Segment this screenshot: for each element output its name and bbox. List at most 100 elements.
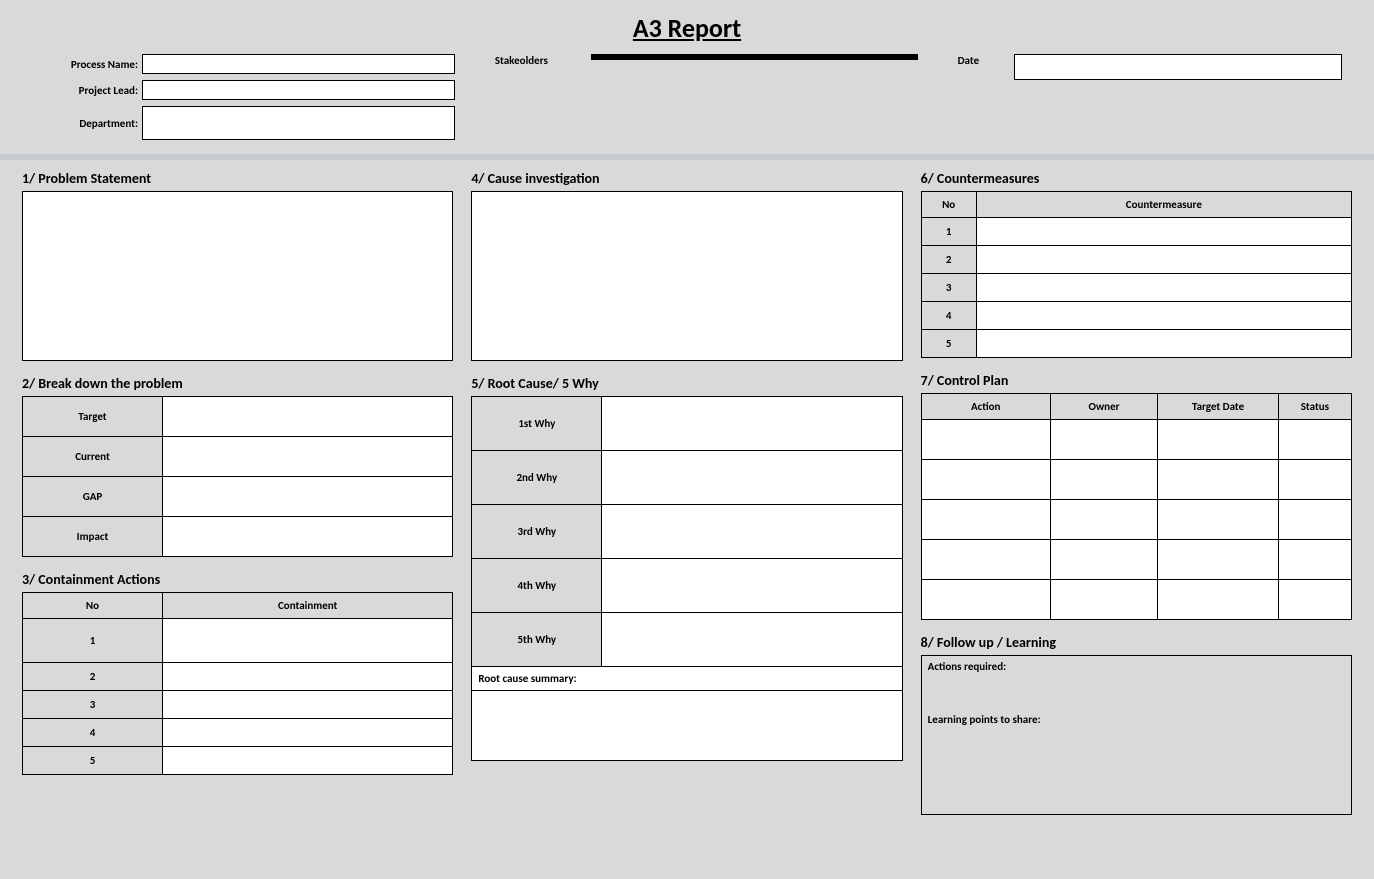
containment-val[interactable] bbox=[163, 663, 453, 691]
why5-label: 5th Why bbox=[472, 613, 602, 667]
page-title: A3 Report bbox=[12, 12, 1362, 44]
containment-no: 2 bbox=[23, 663, 163, 691]
root-summary-value[interactable] bbox=[472, 691, 902, 761]
stakeholders-label: Stakeolders bbox=[495, 54, 585, 67]
section-6-title: 6/ Countermeasures bbox=[921, 170, 1352, 187]
actions-required-label: Actions required: bbox=[928, 660, 1345, 673]
plan-owner[interactable] bbox=[1050, 580, 1158, 620]
cm-no: 3 bbox=[921, 274, 976, 302]
cm-val[interactable] bbox=[976, 302, 1351, 330]
plan-owner[interactable] bbox=[1050, 500, 1158, 540]
why2-label: 2nd Why bbox=[472, 451, 602, 505]
cm-val[interactable] bbox=[976, 218, 1351, 246]
plan-target[interactable] bbox=[1158, 420, 1278, 460]
cause-investigation-box[interactable] bbox=[471, 191, 902, 361]
project-lead-label: Project Lead: bbox=[32, 84, 142, 97]
plan-action[interactable] bbox=[921, 540, 1050, 580]
why3-label: 3rd Why bbox=[472, 505, 602, 559]
process-name-label: Process Name: bbox=[32, 58, 142, 71]
department-label: Department: bbox=[32, 117, 142, 130]
section-7-title: 7/ Control Plan bbox=[921, 372, 1352, 389]
countermeasures-table: NoCountermeasure 1 2 3 4 5 bbox=[921, 191, 1352, 358]
problem-statement-box[interactable] bbox=[22, 191, 453, 361]
root-summary-label: Root cause summary: bbox=[472, 667, 902, 691]
plan-target[interactable] bbox=[1158, 580, 1278, 620]
current-value[interactable] bbox=[163, 437, 453, 477]
cm-val[interactable] bbox=[976, 246, 1351, 274]
containment-col-label: Containment bbox=[163, 593, 453, 619]
project-lead-input[interactable] bbox=[142, 80, 455, 100]
plan-target[interactable] bbox=[1158, 460, 1278, 500]
plan-status[interactable] bbox=[1278, 420, 1351, 460]
stakeholder-input[interactable] bbox=[591, 59, 918, 60]
containment-val[interactable] bbox=[163, 747, 453, 775]
column-1: 1/ Problem Statement 2/ Break down the p… bbox=[22, 170, 453, 815]
section-2-title: 2/ Break down the problem bbox=[22, 375, 453, 392]
target-label: Target bbox=[23, 397, 163, 437]
cm-no: 4 bbox=[921, 302, 976, 330]
containment-val[interactable] bbox=[163, 719, 453, 747]
plan-action[interactable] bbox=[921, 420, 1050, 460]
gap-value[interactable] bbox=[163, 477, 453, 517]
section-4-title: 4/ Cause investigation bbox=[471, 170, 902, 187]
current-label: Current bbox=[23, 437, 163, 477]
why3-value[interactable] bbox=[602, 505, 902, 559]
control-plan-table: Action Owner Target Date Status bbox=[921, 393, 1352, 620]
plan-owner[interactable] bbox=[1050, 460, 1158, 500]
why2-value[interactable] bbox=[602, 451, 902, 505]
plan-col-status: Status bbox=[1278, 394, 1351, 420]
plan-status[interactable] bbox=[1278, 580, 1351, 620]
plan-status[interactable] bbox=[1278, 500, 1351, 540]
main-columns: 1/ Problem Statement 2/ Break down the p… bbox=[12, 170, 1362, 815]
department-input[interactable] bbox=[142, 106, 455, 140]
section-3-title: 3/ Containment Actions bbox=[22, 571, 453, 588]
header-area: Process Name: Project Lead: Department: … bbox=[12, 54, 1362, 148]
follow-up-box[interactable]: Actions required: Learning points to sha… bbox=[921, 655, 1352, 815]
why1-label: 1st Why bbox=[472, 397, 602, 451]
section-8-title: 8/ Follow up / Learning bbox=[921, 634, 1352, 651]
why5-value[interactable] bbox=[602, 613, 902, 667]
cm-col-label: Countermeasure bbox=[976, 192, 1351, 218]
impact-label: Impact bbox=[23, 517, 163, 557]
date-input[interactable] bbox=[1014, 54, 1342, 80]
why4-value[interactable] bbox=[602, 559, 902, 613]
column-2: 4/ Cause investigation 5/ Root Cause/ 5 … bbox=[471, 170, 902, 815]
date-label: Date bbox=[958, 54, 1008, 67]
column-3: 6/ Countermeasures NoCountermeasure 1 2 … bbox=[921, 170, 1352, 815]
breakdown-table: Target Current GAP Impact bbox=[22, 396, 453, 557]
five-why-table: 1st Why 2nd Why 3rd Why 4th Why 5th Why … bbox=[471, 396, 902, 761]
plan-col-action: Action bbox=[921, 394, 1050, 420]
plan-col-target: Target Date bbox=[1158, 394, 1278, 420]
plan-target[interactable] bbox=[1158, 500, 1278, 540]
divider bbox=[0, 154, 1374, 160]
containment-col-no: No bbox=[23, 593, 163, 619]
gap-label: GAP bbox=[23, 477, 163, 517]
cm-col-no: No bbox=[921, 192, 976, 218]
process-name-input[interactable] bbox=[142, 54, 455, 74]
containment-no: 3 bbox=[23, 691, 163, 719]
cm-val[interactable] bbox=[976, 330, 1351, 358]
section-1-title: 1/ Problem Statement bbox=[22, 170, 453, 187]
plan-col-owner: Owner bbox=[1050, 394, 1158, 420]
plan-target[interactable] bbox=[1158, 540, 1278, 580]
containment-val[interactable] bbox=[163, 619, 453, 663]
containment-table: NoContainment 1 2 3 4 5 bbox=[22, 592, 453, 775]
cm-no: 5 bbox=[921, 330, 976, 358]
containment-no: 4 bbox=[23, 719, 163, 747]
impact-value[interactable] bbox=[163, 517, 453, 557]
containment-val[interactable] bbox=[163, 691, 453, 719]
section-5-title: 5/ Root Cause/ 5 Why bbox=[471, 375, 902, 392]
plan-action[interactable] bbox=[921, 500, 1050, 540]
cm-val[interactable] bbox=[976, 274, 1351, 302]
containment-no: 5 bbox=[23, 747, 163, 775]
plan-action[interactable] bbox=[921, 580, 1050, 620]
why1-value[interactable] bbox=[602, 397, 902, 451]
plan-owner[interactable] bbox=[1050, 420, 1158, 460]
plan-owner[interactable] bbox=[1050, 540, 1158, 580]
target-value[interactable] bbox=[163, 397, 453, 437]
why4-label: 4th Why bbox=[472, 559, 602, 613]
plan-status[interactable] bbox=[1278, 460, 1351, 500]
cm-no: 2 bbox=[921, 246, 976, 274]
plan-action[interactable] bbox=[921, 460, 1050, 500]
plan-status[interactable] bbox=[1278, 540, 1351, 580]
